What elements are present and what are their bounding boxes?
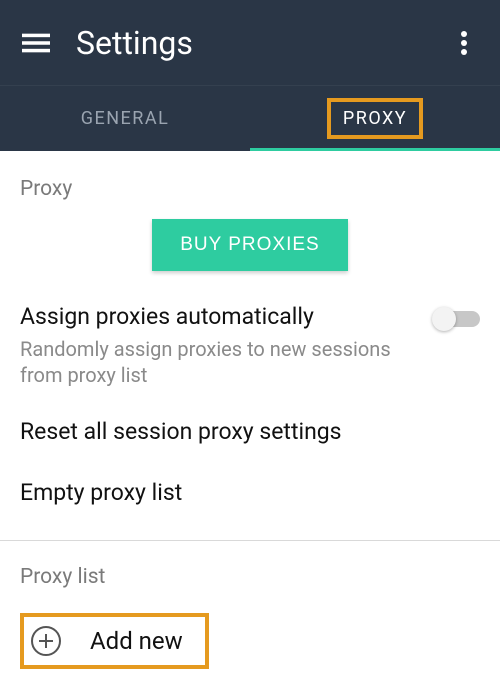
- assign-subtitle: Randomly assign proxies to new sessions …: [20, 336, 424, 388]
- tab-proxy[interactable]: PROXY: [250, 86, 500, 151]
- tab-bar: GENERAL PROXY: [0, 85, 500, 151]
- buy-proxies-button[interactable]: BUY PROXIES: [152, 219, 347, 271]
- content: Proxy BUY PROXIES Assign proxies automat…: [0, 151, 500, 669]
- buy-row: BUY PROXIES: [20, 219, 480, 271]
- empty-proxy-list-button[interactable]: Empty proxy list: [20, 479, 480, 506]
- assign-toggle[interactable]: [434, 311, 480, 327]
- reset-proxy-settings-button[interactable]: Reset all session proxy settings: [20, 418, 480, 445]
- highlight-box: PROXY: [327, 98, 423, 139]
- add-new-label: Add new: [90, 627, 183, 655]
- assign-text: Assign proxies automatically Randomly as…: [20, 303, 434, 388]
- assign-automatically-row[interactable]: Assign proxies automatically Randomly as…: [20, 303, 480, 388]
- tab-general[interactable]: GENERAL: [0, 86, 250, 151]
- overflow-icon[interactable]: [444, 23, 484, 63]
- plus-circle-icon: [30, 625, 62, 657]
- app-bar: Settings: [0, 0, 500, 85]
- menu-icon[interactable]: [16, 23, 56, 63]
- tab-indicator: [250, 148, 500, 151]
- add-new-button[interactable]: Add new: [20, 613, 209, 669]
- proxy-list-label: Proxy list: [20, 565, 480, 589]
- page-title: Settings: [76, 24, 444, 62]
- proxy-section-label: Proxy: [20, 177, 480, 201]
- toggle-thumb: [432, 307, 456, 331]
- assign-title: Assign proxies automatically: [20, 303, 424, 332]
- divider: [0, 540, 500, 541]
